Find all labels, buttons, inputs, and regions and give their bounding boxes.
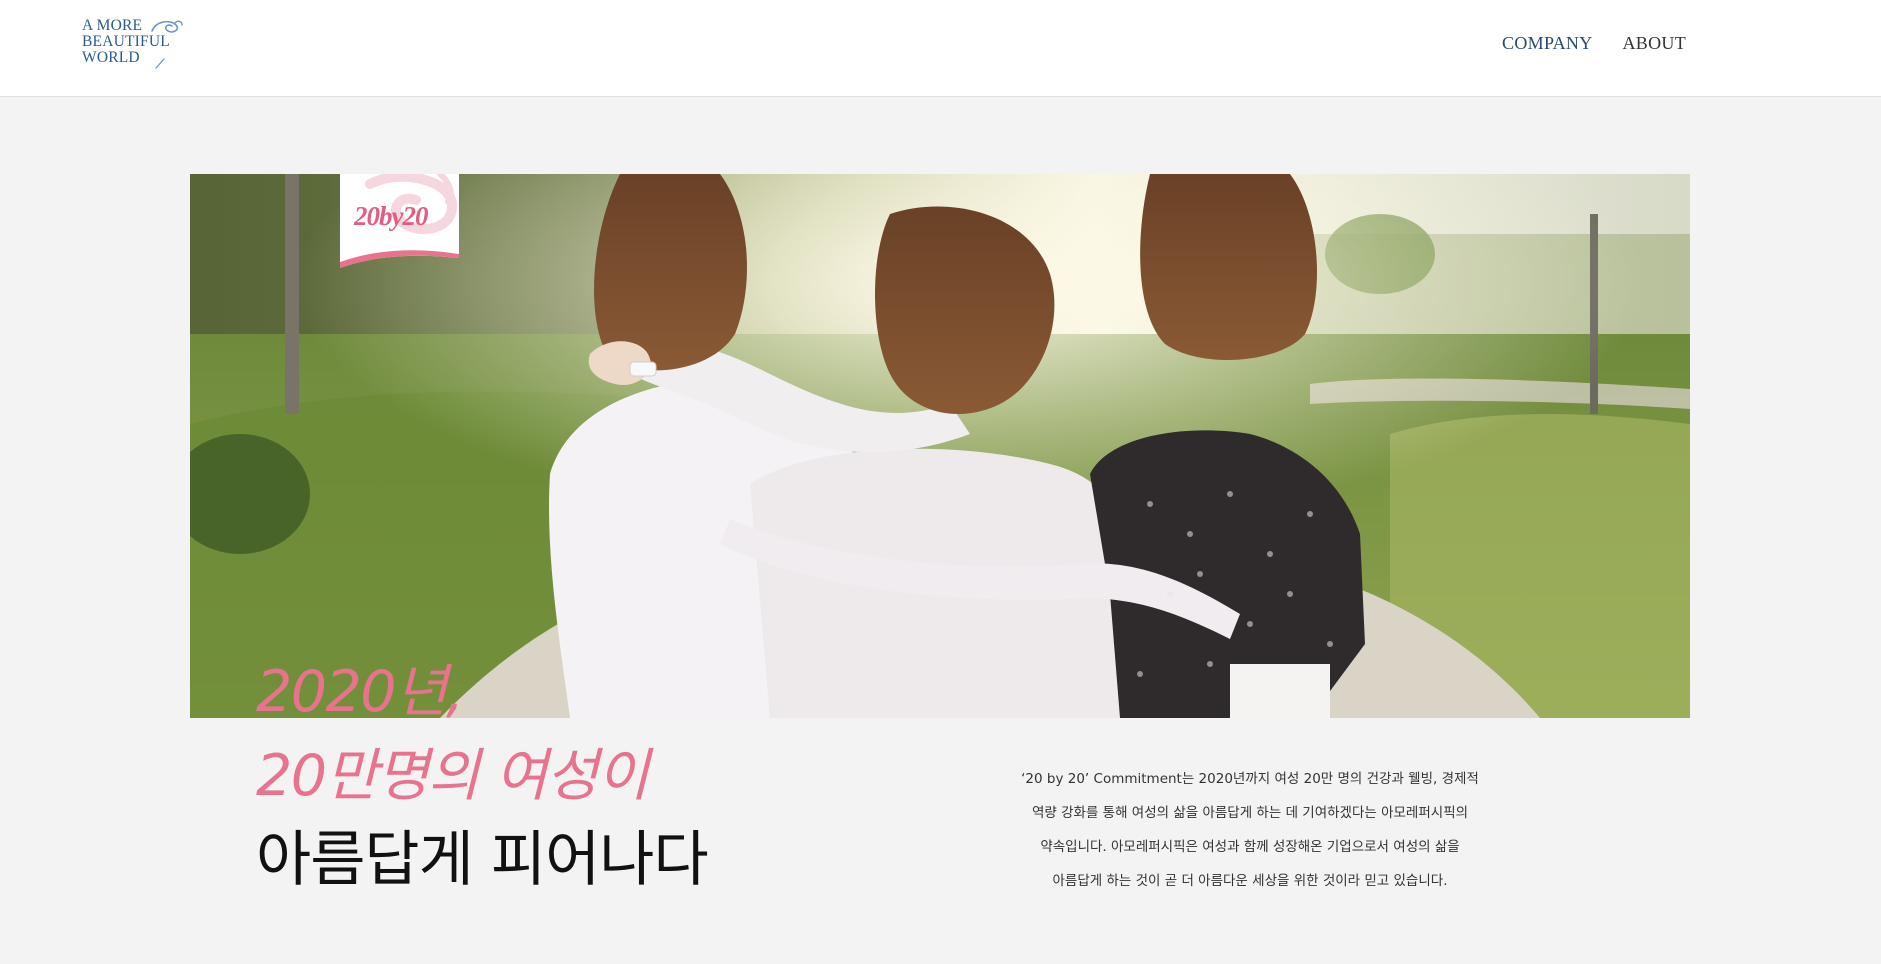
logo-stroke-icon xyxy=(155,58,165,69)
headline-line-3: 아름답게 피어나다 xyxy=(256,825,709,895)
brand-logo[interactable]: A MORE BEAUTIFUL WORLD xyxy=(82,18,192,74)
headline-line-1: 2020년, xyxy=(256,659,464,725)
desc-line-4: 아름답게 하는 것이 곧 더 아름다운 세상을 위한 것이라 믿고 있습니다. xyxy=(1052,873,1448,889)
headline: 2020년, 20만명의 여성이 아름답게 피어나다 xyxy=(256,650,709,902)
logo-line-3: WORLD xyxy=(82,49,140,66)
desc-line-1: ‘20 by 20’ Commitment는 2020년까지 여성 20만 명의… xyxy=(1021,771,1479,787)
nav-company-link[interactable]: COMPANY xyxy=(1502,33,1592,54)
commitment-description: ‘20 by 20’ Commitment는 2020년까지 여성 20만 명의… xyxy=(960,762,1540,898)
badge-text: 20by20 xyxy=(353,201,429,231)
desc-line-3: 약속입니다. 아모레퍼시픽은 여성과 함께 성장해온 기업으로서 여성의 삶을 xyxy=(1040,839,1460,855)
swirl-icon xyxy=(151,20,183,33)
site-header: A MORE BEAUTIFUL WORLD COMPANY ABOUT xyxy=(0,0,1881,97)
20by20-badge: 20by20 xyxy=(340,167,459,268)
nav-about-link[interactable]: ABOUT xyxy=(1623,33,1687,54)
desc-line-2: 역량 강화를 통해 여성의 삶을 아름답게 하는 데 기여하겠다는 아모레퍼시픽… xyxy=(1031,805,1469,821)
main-nav: COMPANY ABOUT xyxy=(1502,33,1686,54)
headline-line-2: 20만명의 여성이 xyxy=(256,743,649,809)
